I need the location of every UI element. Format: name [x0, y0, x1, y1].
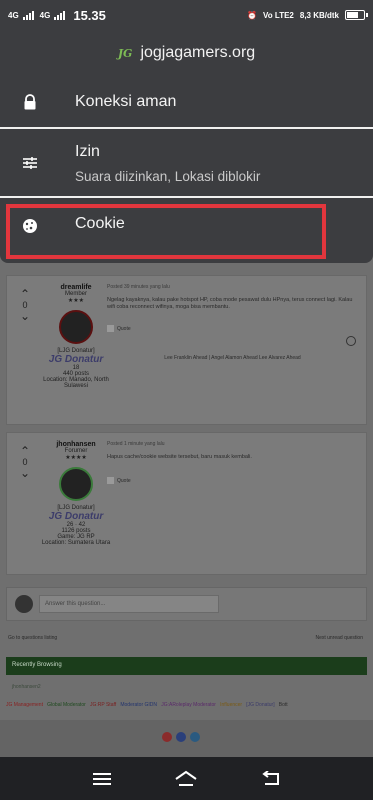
donatur-badge: JG Donatur	[48, 354, 104, 365]
permissions-row[interactable]: Izin Suara diizinkan, Lokasi diblokir	[0, 129, 373, 197]
avatar[interactable]	[59, 310, 93, 344]
post-signature: Lee Franklin Ahead | Angel Alamon Ahead …	[164, 354, 301, 361]
role-legend: JG Management Global Moderator JG:RP Sta…	[6, 702, 288, 708]
menu-icon[interactable]	[90, 769, 114, 789]
connection-label: Koneksi aman	[75, 93, 177, 110]
recently-browsing-header: Recently Browsing	[6, 657, 367, 675]
post-text: Ngelag kayaknya, kalau pake hotspot HP, …	[107, 297, 353, 310]
role-item: [JG Donatur]	[246, 702, 275, 708]
downvote-icon[interactable]: ⌄	[15, 467, 35, 479]
role-item: JG Management	[6, 702, 43, 708]
network-type-1: 4G	[8, 10, 19, 20]
role-item: JG:RP Staff	[89, 702, 117, 708]
quote-button[interactable]: Quote	[107, 325, 358, 333]
recent-user[interactable]: jhonhansen2	[12, 684, 41, 690]
role-item: Bott	[278, 702, 288, 708]
permissions-label: Izin	[75, 143, 100, 160]
post-author: jhonhansen Forumer ★★★★ [LJG Donatur] JG…	[37, 441, 115, 546]
role-item: Global Moderator	[47, 702, 86, 708]
signal-icon-2	[54, 10, 66, 20]
quote-button[interactable]: Quote	[107, 477, 358, 485]
site-favicon-icon: JG	[117, 46, 133, 60]
page-footer	[0, 720, 373, 757]
alarm-icon: ⏰	[247, 10, 258, 20]
post-time: Posted 39 minutes yang lalu	[107, 284, 170, 290]
instagram-icon[interactable]	[162, 732, 172, 742]
avatar	[15, 595, 33, 613]
popup-header: JG jogjagamers.org	[0, 30, 373, 76]
speed-indicator: 8,3 KB/dtk	[299, 10, 339, 20]
social-icons	[162, 732, 200, 742]
network-type-2: 4G	[39, 10, 51, 20]
author-location: Location: Manado, North Sulawesi	[43, 377, 109, 389]
author-name[interactable]: jhonhansen	[37, 441, 115, 448]
back-icon[interactable]	[259, 769, 283, 789]
donatur-badge: JG Donatur	[48, 511, 104, 522]
forum-post: ⌃ 0 ⌄ dreamlife Member ★★★ [LJG Donatur]…	[6, 275, 367, 425]
upvote-icon[interactable]: ⌃	[15, 445, 35, 457]
upvote-icon[interactable]: ⌃	[15, 288, 35, 300]
post-body: Posted 1 minute yang lalu Hapus cache/co…	[107, 441, 358, 485]
cookie-highlight-box	[6, 204, 326, 259]
author-name[interactable]: dreamlife	[37, 284, 115, 291]
site-domain: jogjagamers.org	[140, 44, 256, 61]
clock: 15.35	[73, 7, 106, 23]
post-author: dreamlife Member ★★★ [LJG Donatur] JG Do…	[37, 284, 115, 389]
battery-icon	[345, 10, 368, 20]
connection-row[interactable]: Koneksi aman	[0, 76, 373, 126]
twitter-icon[interactable]	[190, 732, 200, 742]
sliders-icon	[23, 157, 37, 169]
vote-control[interactable]: ⌃ 0 ⌄	[15, 288, 35, 322]
next-link[interactable]: Next unread question	[315, 635, 363, 641]
post-text: Hapus cache/cookie website tersebut, bar…	[107, 454, 252, 460]
system-nav-bar	[0, 757, 373, 800]
avatar[interactable]	[59, 467, 93, 501]
status-bar: 4G 4G 15.35 ⏰ Vo LTE2 8,3 KB/dtk	[0, 0, 373, 30]
lock-icon	[24, 94, 36, 110]
post-body: Posted 39 minutes yang lalu Ngelag kayak…	[107, 284, 358, 362]
like-icon[interactable]	[346, 336, 356, 346]
volte-indicator: Vo LTE2	[263, 10, 294, 20]
signal-icon	[22, 10, 34, 20]
post-time: Posted 1 minute yang lalu	[107, 441, 165, 447]
role-item: Influencer	[220, 702, 243, 708]
answer-box: Answer this question...	[6, 587, 367, 621]
answer-input[interactable]: Answer this question...	[39, 595, 219, 613]
author-stars: ★★★★	[65, 455, 87, 461]
prev-link[interactable]: Go to questions listing	[8, 635, 57, 641]
role-item: JG:ARoleplay Moderator	[161, 702, 216, 708]
facebook-icon[interactable]	[176, 732, 186, 742]
downvote-icon[interactable]: ⌄	[15, 310, 35, 322]
home-icon[interactable]	[174, 769, 198, 789]
role-item: Moderator GIDN	[120, 702, 158, 708]
permissions-summary: Suara diizinkan, Lokasi diblokir	[75, 169, 261, 184]
quote-label: Quote	[117, 477, 131, 484]
vote-control[interactable]: ⌃ 0 ⌄	[15, 445, 35, 479]
author-location: Location: Sumatera Utara	[41, 540, 111, 546]
author-stars: ★★★	[67, 298, 85, 304]
quote-label: Quote	[117, 325, 131, 332]
forum-post: ⌃ 0 ⌄ jhonhansen Forumer ★★★★ [LJG Donat…	[6, 432, 367, 575]
